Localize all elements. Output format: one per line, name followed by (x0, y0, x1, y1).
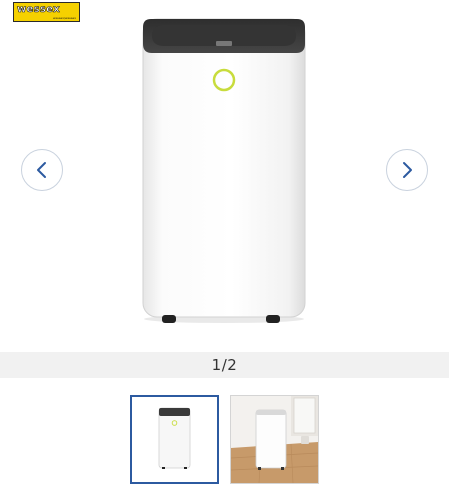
dehumidifier-image (142, 18, 306, 323)
chevron-right-icon (400, 161, 414, 179)
thumbnail-room-image (231, 396, 318, 483)
image-counter-bar: 1/2 (0, 352, 449, 378)
thumbnail-front-image (132, 397, 217, 482)
brand-logo: wessex wessex/wessex (13, 2, 80, 22)
previous-image-button[interactable] (21, 149, 63, 191)
thumbnail-room-view[interactable] (230, 395, 319, 484)
image-counter: 1/2 (211, 356, 238, 374)
product-gallery: wessex wessex/wessex 1/2 (0, 0, 449, 500)
chevron-left-icon (35, 161, 49, 179)
brand-logo-subtext: wessex/wessex (53, 16, 76, 20)
next-image-button[interactable] (386, 149, 428, 191)
thumbnail-front-view[interactable] (130, 395, 219, 484)
brand-logo-text: wessex (17, 4, 60, 16)
main-product-image (0, 0, 449, 352)
